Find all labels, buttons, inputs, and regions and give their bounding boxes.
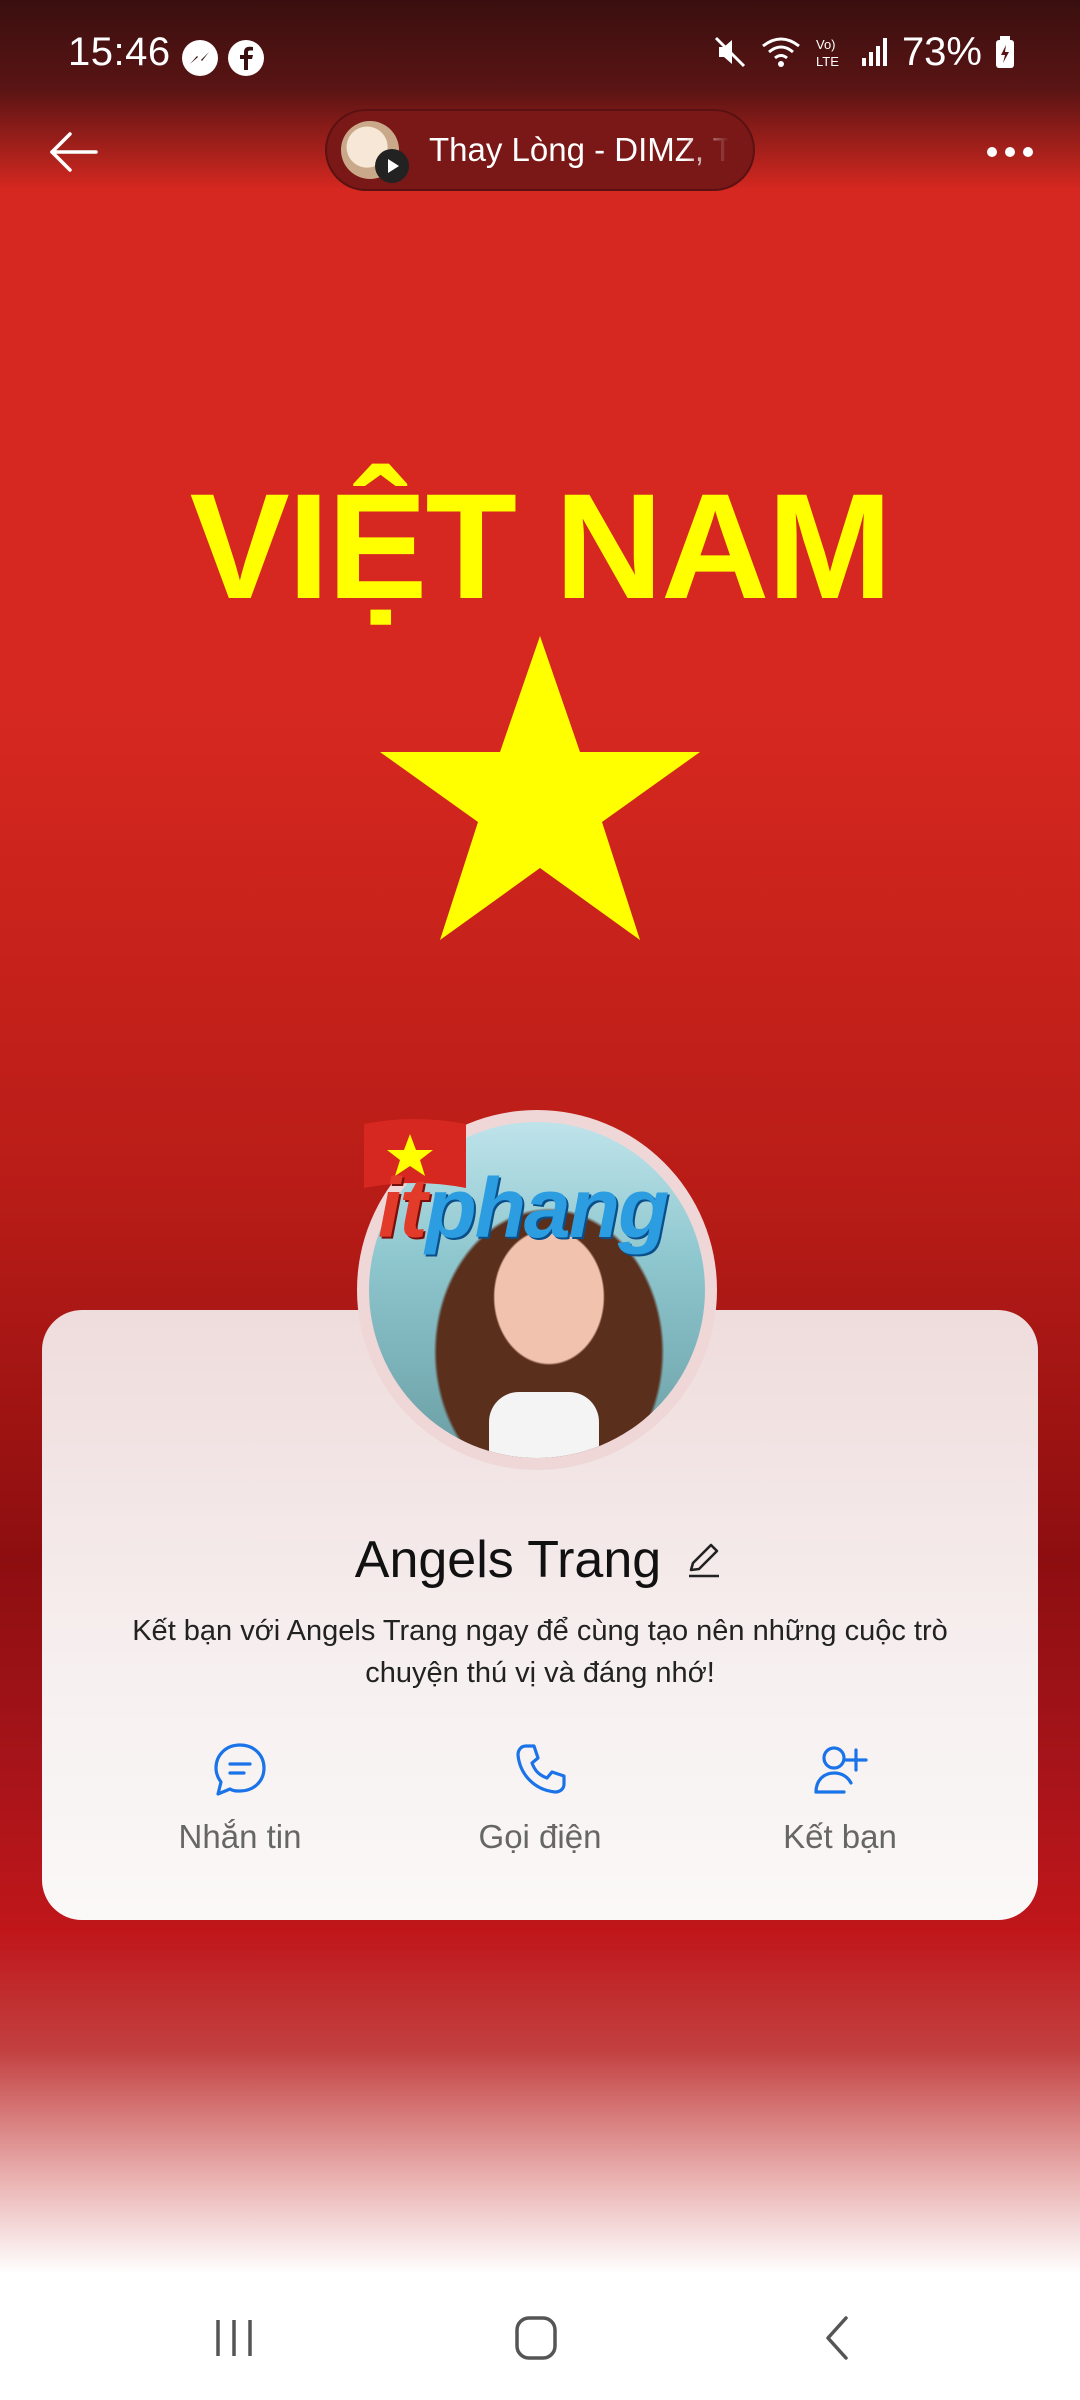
- call-button[interactable]: Gọi điện: [420, 1740, 660, 1880]
- wifi-icon: [762, 37, 800, 67]
- play-icon[interactable]: [375, 149, 409, 183]
- home-icon[interactable]: [506, 2310, 566, 2366]
- back-nav-icon[interactable]: [808, 2310, 868, 2366]
- status-time: 15:46: [68, 30, 171, 74]
- name-row: Angels Trang: [42, 1530, 1038, 1590]
- facebook-icon: [228, 40, 264, 76]
- album-thumbnail: [341, 121, 409, 183]
- status-bar: 15:46 Vo) LTE 73%: [0, 0, 1080, 88]
- call-label: Gọi điện: [478, 1818, 602, 1855]
- back-arrow-icon[interactable]: [44, 122, 104, 182]
- add-friend-button[interactable]: Kết bạn: [720, 1740, 960, 1880]
- recents-icon[interactable]: [204, 2310, 264, 2366]
- profile-description: Kết bạn với Angels Trang ngay để cùng tạ…: [132, 1615, 948, 1689]
- svg-text:LTE: LTE: [816, 54, 839, 69]
- watermark-rest: phang: [425, 1161, 669, 1255]
- profile-screen: 15:46 Vo) LTE 73% Thay Lòng - DIMZ, VIỆT…: [0, 0, 1080, 2274]
- mute-icon: [714, 36, 745, 68]
- add-friend-label: Kết bạn: [783, 1818, 897, 1855]
- edit-pencil-icon[interactable]: [683, 1539, 725, 1581]
- music-player-pill[interactable]: Thay Lòng - DIMZ, TVk: [325, 109, 755, 191]
- watermark-prefix: it: [378, 1161, 427, 1255]
- message-icon: [214, 1743, 266, 1796]
- avatar-watermark: itphang: [378, 1160, 669, 1257]
- status-right: Vo) LTE 73%: [712, 30, 1016, 74]
- volte-icon: Vo) LTE: [816, 37, 839, 69]
- profile-actions: Nhắn tin Gọi điện Kết bạn: [42, 1740, 1038, 1880]
- system-nav-bar: [0, 2274, 1080, 2400]
- svg-text:Vo): Vo): [816, 37, 836, 52]
- signal-icon: [861, 38, 887, 66]
- profile-name: Angels Trang: [354, 1531, 662, 1589]
- messenger-icon: [182, 40, 218, 76]
- avatar-dress: [489, 1392, 599, 1458]
- more-options-icon[interactable]: [980, 122, 1040, 182]
- star-icon: [380, 636, 700, 940]
- message-button[interactable]: Nhắn tin: [120, 1740, 360, 1880]
- phone-icon: [516, 1744, 566, 1794]
- battery-icon: [996, 36, 1014, 68]
- cover-title: VIỆT NAM: [189, 462, 893, 630]
- message-label: Nhắn tin: [178, 1818, 302, 1855]
- add-friend-icon: [814, 1746, 868, 1794]
- music-title: Thay Lòng - DIMZ, TVk: [429, 131, 729, 168]
- battery-percent: 73%: [901, 29, 982, 74]
